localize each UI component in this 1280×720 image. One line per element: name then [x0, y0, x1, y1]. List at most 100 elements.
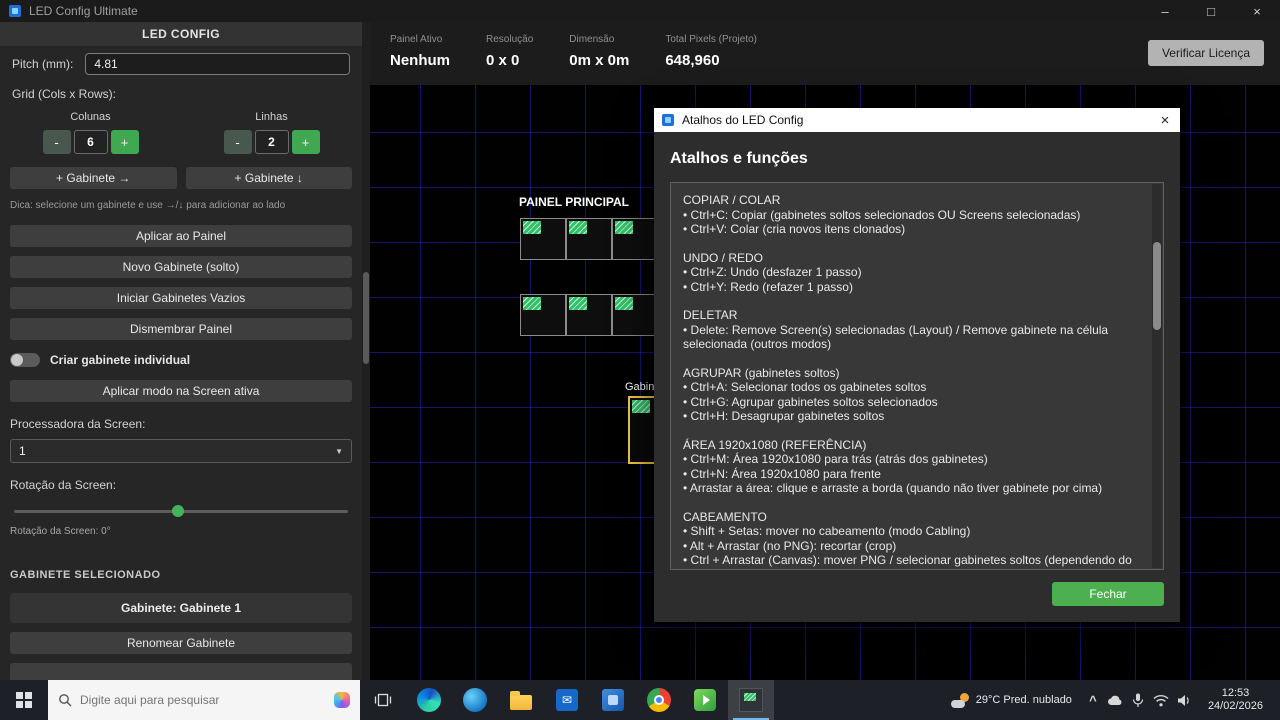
dialog-body: Atalhos e funções COPIAR / COLAR • Ctrl+… [654, 132, 1180, 622]
sidebar-action-button[interactable]: Dismembrar Painel [10, 318, 352, 340]
mail-icon: ✉ [556, 689, 578, 711]
task-view-button[interactable] [360, 680, 406, 720]
rows-plus-button[interactable]: + [291, 130, 320, 154]
minimize-button[interactable]: – [1142, 0, 1188, 22]
stat-item: Dimensão 0m x 0m [569, 34, 629, 69]
task-view-icon [374, 693, 392, 707]
shortcut-section: CABEAMENTO • Shift + Setas: mover no cab… [683, 510, 1141, 570]
sidebar-actions: Aplicar ao Painel Novo Gabinete (solto) … [0, 211, 362, 340]
start-button[interactable] [0, 680, 48, 720]
sidebar-action-button[interactable]: Iniciar Gabinetes Vazios [10, 287, 352, 309]
dialog-scrollbar[interactable] [1152, 184, 1162, 568]
taskbar-search[interactable] [48, 680, 360, 720]
stat-value: Nenhum [390, 52, 450, 69]
columns-minus-button[interactable]: - [42, 130, 71, 154]
tray-expand-button[interactable]: ^ [1082, 693, 1104, 708]
chrome-icon [647, 688, 671, 712]
pitch-input[interactable] [85, 53, 350, 75]
rotation-slider[interactable] [14, 505, 348, 517]
verify-license-button[interactable]: Verificar Licença [1147, 40, 1264, 66]
cabinet-cell[interactable] [612, 294, 658, 336]
create-individual-cabinet-toggle[interactable] [10, 353, 40, 367]
stat-item: Painel Ativo Nenhum [390, 34, 450, 69]
chevron-down-icon: ▼ [335, 446, 343, 456]
sidebar-action-button[interactable]: Aplicar ao Painel [10, 225, 352, 247]
stats-bar: Painel Ativo Nenhum Resolução 0 x 0 Dime… [370, 22, 1280, 85]
taskbar-app-2[interactable] [452, 680, 498, 720]
stat-label: Total Pixels (Projeto) [665, 34, 758, 45]
taskbar-app-1[interactable] [406, 680, 452, 720]
taskbar-app-4[interactable]: ✉ [544, 680, 590, 720]
rename-cabinet-button[interactable]: Renomear Gabinete [10, 632, 352, 654]
processor-value: 1 [19, 444, 26, 458]
shortcuts-dialog: Atalhos do LED Config × Atalhos e funçõe… [654, 108, 1180, 622]
clock[interactable]: 12:53 24/02/2026 [1196, 687, 1275, 713]
cabinet-preview-icon [569, 297, 587, 310]
dialog-titlebar[interactable]: Atalhos do LED Config × [654, 108, 1180, 132]
copilot-icon[interactable] [334, 692, 350, 708]
stat-label: Dimensão [569, 34, 615, 45]
partial-button[interactable] [10, 663, 352, 680]
shortcuts-text[interactable]: COPIAR / COLAR • Ctrl+C: Copiar (gabinet… [671, 183, 1163, 569]
cabinet-cell[interactable] [566, 294, 612, 336]
sidebar: LED CONFIG Pitch (mm): Grid (Cols x Rows… [0, 22, 362, 680]
stat-value: 648,960 [665, 52, 720, 69]
window-controls: – □ × [1142, 0, 1280, 22]
toggle-label: Criar gabinete individual [50, 353, 191, 367]
shortcut-section: UNDO / REDO • Ctrl+Z: Undo (desfazer 1 p… [683, 251, 1141, 295]
onedrive-cloud-icon[interactable] [1104, 688, 1127, 712]
processor-label: Processadora da Screen: [10, 417, 146, 431]
shortcut-section: ÁREA 1920x1080 (REFERÊNCIA) • Ctrl+M: Ár… [683, 438, 1141, 496]
maximize-button[interactable]: □ [1188, 0, 1234, 22]
shortcut-section-body: • Ctrl+A: Selecionar todos os gabinetes … [683, 380, 938, 423]
dialog-scrollbar-thumb[interactable] [1153, 242, 1161, 330]
volume-icon[interactable] [1173, 688, 1196, 712]
cabinet-cell[interactable] [520, 218, 566, 260]
dialog-close-icon[interactable]: × [1150, 112, 1180, 129]
taskbar-app-led-config[interactable] [728, 680, 774, 720]
columns-value: 6 [73, 130, 108, 154]
apply-mode-button[interactable]: Aplicar modo na Screen ativa [10, 380, 352, 402]
processor-dropdown[interactable]: 1 ▼ [10, 439, 352, 463]
slider-thumb[interactable] [171, 505, 184, 517]
columns-plus-button[interactable]: + [110, 130, 139, 154]
sidebar-action-button[interactable]: Novo Gabinete (solto) [10, 256, 352, 278]
close-button[interactable]: × [1234, 0, 1280, 22]
cabinet-cell[interactable] [612, 218, 658, 260]
fechar-button[interactable]: Fechar [1052, 582, 1164, 606]
dialog-heading: Atalhos e funções [670, 150, 808, 167]
weather-widget[interactable]: 29°C Pred. nublado [941, 692, 1082, 708]
taskbar-app-3[interactable] [498, 680, 544, 720]
cabinet-preview-icon [523, 297, 541, 310]
cabinet-cell[interactable] [520, 294, 566, 336]
taskbar-app-6[interactable] [636, 680, 682, 720]
shortcut-section-title: DELETAR [683, 308, 738, 322]
rows-minus-button[interactable]: - [223, 130, 252, 154]
microphone-icon[interactable] [1127, 688, 1150, 712]
shortcut-section-title: AGRUPAR (gabinetes soltos) [683, 365, 840, 380]
dialog-title: Atalhos do LED Config [682, 113, 804, 127]
app-icon [9, 5, 21, 17]
search-input[interactable] [80, 693, 326, 707]
sidebar-scrollbar-thumb[interactable] [363, 272, 369, 364]
green-app-icon [694, 689, 716, 711]
network-wifi-icon[interactable] [1150, 688, 1173, 712]
stat-label: Painel Ativo [390, 34, 443, 45]
pitch-label: Pitch (mm): [12, 57, 74, 71]
shortcut-section-title: UNDO / REDO [683, 250, 764, 265]
taskbar-app-7[interactable] [682, 680, 728, 720]
add-cabinet-right-button[interactable]: + Gabinete → [10, 167, 177, 189]
screen: LED Config Ultimate – □ × LED CONFIG Pit… [0, 0, 1280, 720]
sidebar-scrollbar[interactable] [362, 22, 370, 680]
stat-value: 0m x 0m [569, 52, 630, 69]
taskbar-app-5[interactable] [590, 680, 636, 720]
selected-cabinet-name: Gabinete: Gabinete 1 [10, 593, 352, 623]
cabinet-preview-icon [523, 221, 541, 234]
grid-label: Grid (Cols x Rows): [12, 87, 117, 101]
cabinet-cell[interactable] [566, 218, 612, 260]
window-titlebar: LED Config Ultimate – □ × [0, 0, 1280, 22]
window-title: LED Config Ultimate [29, 4, 138, 18]
stat-value: 0 x 0 [486, 52, 520, 69]
system-tray: 29°C Pred. nublado ^ 12:53 24/02/2026 [941, 680, 1280, 720]
add-cabinet-down-button[interactable]: + Gabinete ↓ [185, 167, 352, 189]
